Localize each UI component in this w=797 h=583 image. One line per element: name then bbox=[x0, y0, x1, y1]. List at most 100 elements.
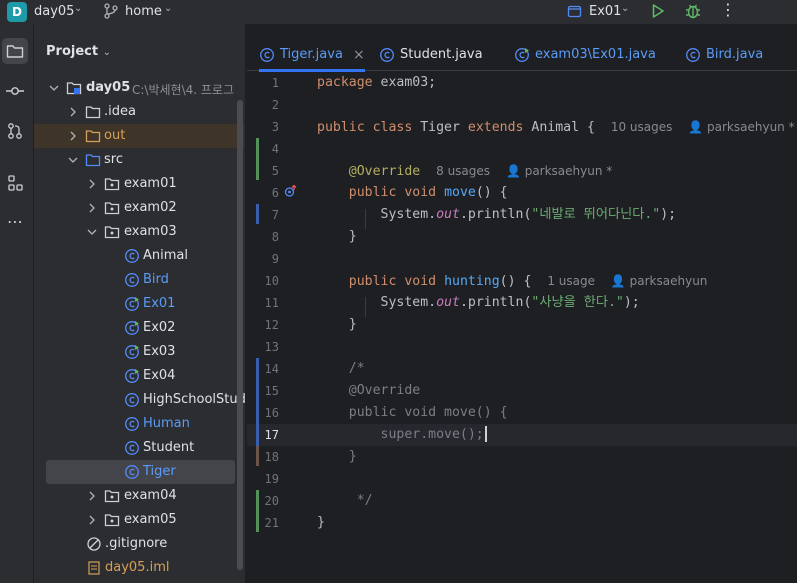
tree-item-exam02[interactable]: exam02 bbox=[34, 196, 244, 220]
code-line-18[interactable]: } bbox=[317, 446, 357, 468]
usages-hint: 1 usage bbox=[547, 274, 595, 288]
tree-item-label: out bbox=[104, 128, 126, 143]
code-line-21[interactable]: } bbox=[317, 512, 325, 534]
package-icon bbox=[104, 224, 120, 240]
tree-item-student[interactable]: Student bbox=[34, 436, 244, 460]
code-line-7[interactable]: System.out.println("네발로 뛰어다닌다."); bbox=[317, 204, 677, 226]
tree-item-out[interactable]: out bbox=[34, 124, 244, 148]
tab-student-java[interactable]: Student.java bbox=[379, 38, 483, 71]
tab-tiger-java[interactable]: Tiger.java × bbox=[259, 38, 365, 72]
tree-item-ex01[interactable]: Ex01 bbox=[34, 292, 244, 316]
tree-item-tiger[interactable]: Tiger bbox=[46, 460, 235, 484]
run-config-name[interactable]: Ex01 bbox=[589, 4, 621, 19]
code-line-10[interactable]: public void hunting() { 1 usage 👤 parksa… bbox=[317, 270, 708, 292]
code-line-1[interactable]: package exam03; bbox=[317, 72, 436, 94]
chevron-down-icon[interactable] bbox=[86, 226, 98, 238]
tree-item-ex03[interactable]: Ex03 bbox=[34, 340, 244, 364]
tree-item-label: Ex03 bbox=[143, 344, 176, 359]
chevron-right-icon[interactable] bbox=[86, 490, 98, 502]
tree-item-idea[interactable]: .idea bbox=[34, 100, 244, 124]
code-line-3[interactable]: public class Tiger extends Animal { 10 u… bbox=[317, 116, 795, 138]
tree-item-label: day05.iml bbox=[105, 560, 170, 575]
chevron-down-icon[interactable] bbox=[48, 82, 60, 94]
chevron-right-icon[interactable] bbox=[86, 202, 98, 214]
code-line-16[interactable]: public void move() { bbox=[317, 402, 508, 424]
line-number: 15 bbox=[264, 384, 279, 398]
tree-item-src[interactable]: src bbox=[34, 148, 244, 172]
project-panel-title[interactable]: Project ⌄ bbox=[46, 44, 111, 59]
author-hint: 👤 parksaehyun bbox=[610, 274, 708, 288]
project-name[interactable]: day05 bbox=[34, 4, 74, 19]
tree-item-day05[interactable]: day05 C:\박세현\4. 프로그 bbox=[34, 76, 244, 100]
code-line-12[interactable]: } bbox=[317, 314, 357, 336]
chevron-down-icon[interactable] bbox=[67, 154, 79, 166]
line-number: 18 bbox=[264, 450, 279, 464]
tree-item-gitignore[interactable]: .gitignore bbox=[34, 532, 244, 556]
debug-icon[interactable] bbox=[684, 2, 702, 24]
code-line-11[interactable]: System.out.println("사냥을 한다."); bbox=[317, 292, 640, 314]
module-folder-icon bbox=[66, 80, 82, 96]
tree-item-label: Bird bbox=[143, 272, 169, 287]
code-line-5[interactable]: @Override 8 usages 👤 parksaehyun * bbox=[317, 160, 613, 182]
code-line-20[interactable]: */ bbox=[317, 490, 373, 512]
folder-icon bbox=[6, 45, 24, 58]
tree-item-highschoolstudent[interactable]: HighSchoolStuder bbox=[34, 388, 245, 412]
usages-hint: 10 usages bbox=[610, 120, 673, 134]
tab-ex01-java[interactable]: exam03\Ex01.java bbox=[514, 38, 656, 71]
project-scrollbar[interactable] bbox=[237, 100, 243, 570]
line-number: 7 bbox=[271, 208, 279, 222]
structure-tool-button[interactable] bbox=[2, 170, 28, 196]
tree-item-label: Human bbox=[143, 416, 190, 431]
class-icon bbox=[124, 464, 140, 480]
run-icon[interactable] bbox=[650, 3, 666, 23]
line-number: 6 bbox=[271, 186, 279, 200]
tree-item-exam05[interactable]: exam05 bbox=[34, 508, 244, 532]
branch-name[interactable]: home bbox=[125, 4, 162, 19]
tree-item-exam04[interactable]: exam04 bbox=[34, 484, 244, 508]
tree-item-label: exam04 bbox=[124, 488, 177, 503]
tree-item-path: C:\박세현\4. 프로그 bbox=[132, 83, 235, 97]
tree-item-exam03[interactable]: exam03 bbox=[34, 220, 244, 244]
chevron-right-icon[interactable] bbox=[86, 514, 98, 526]
package-icon bbox=[104, 176, 120, 192]
commit-tool-button[interactable] bbox=[2, 78, 28, 104]
source-folder-icon bbox=[85, 152, 101, 168]
tree-item-label: Ex04 bbox=[143, 368, 176, 383]
chevron-right-icon[interactable] bbox=[67, 106, 79, 118]
code-line-6[interactable]: public void move() { bbox=[317, 182, 508, 204]
more-vertical-icon[interactable]: ⋮ bbox=[720, 1, 736, 19]
tab-label: Student.java bbox=[400, 47, 483, 62]
close-icon[interactable]: × bbox=[353, 47, 365, 63]
class-icon bbox=[124, 416, 140, 432]
tree-item-exam01[interactable]: exam01 bbox=[34, 172, 244, 196]
chevron-right-icon[interactable] bbox=[86, 178, 98, 190]
project-badge[interactable]: D bbox=[7, 2, 27, 22]
overrides-method-icon[interactable] bbox=[284, 184, 298, 202]
project-tool-button[interactable] bbox=[2, 38, 28, 64]
chevron-right-icon[interactable] bbox=[67, 130, 79, 142]
class-icon bbox=[124, 392, 140, 408]
text-caret bbox=[484, 426, 487, 442]
run-config-icon bbox=[567, 4, 582, 23]
chevron-down-icon[interactable]: ⌄ bbox=[621, 3, 629, 14]
tree-item-day05-iml[interactable]: day05.iml bbox=[34, 556, 244, 580]
chevron-down-icon[interactable]: ⌄ bbox=[164, 3, 172, 14]
code-line-8[interactable]: } bbox=[317, 226, 357, 248]
tree-item-ex04[interactable]: Ex04 bbox=[34, 364, 244, 388]
tree-item-bird[interactable]: Bird bbox=[34, 268, 244, 292]
package-icon bbox=[104, 200, 120, 216]
tree-item-animal[interactable]: Animal bbox=[34, 244, 244, 268]
code-line-14[interactable]: /* bbox=[317, 358, 365, 380]
code-line-15[interactable]: @Override bbox=[317, 380, 420, 402]
folder-icon bbox=[85, 104, 101, 120]
line-number: 16 bbox=[264, 406, 279, 420]
project-panel: Project ⌄ day05 C:\박세현\4. 프로그 .idea out … bbox=[34, 24, 246, 583]
chevron-down-icon[interactable]: ⌄ bbox=[74, 3, 82, 14]
tree-item-ex02[interactable]: Ex02 bbox=[34, 316, 244, 340]
class-icon bbox=[124, 248, 140, 264]
code-line-17[interactable]: super.move(); bbox=[317, 424, 487, 446]
tree-item-human[interactable]: Human bbox=[34, 412, 244, 436]
git-tool-button[interactable] bbox=[2, 118, 28, 144]
tab-bird-java[interactable]: Bird.java bbox=[685, 38, 763, 71]
more-tools-icon[interactable]: ⋯ bbox=[2, 208, 28, 234]
